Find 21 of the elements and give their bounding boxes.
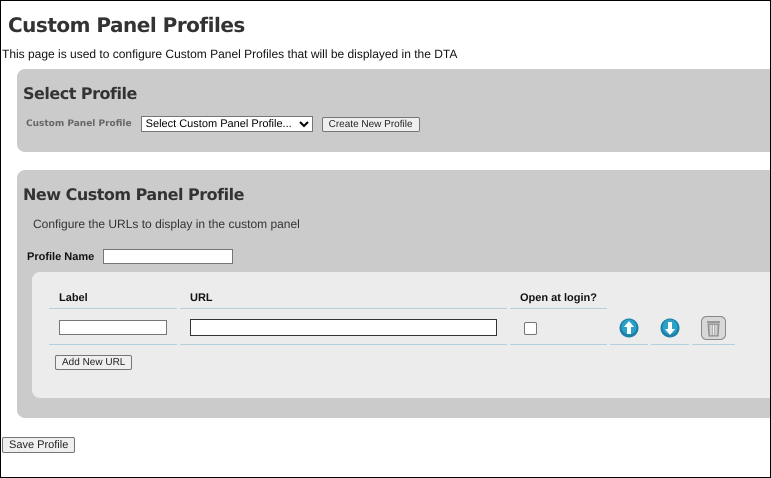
profile-name-field[interactable] (103, 249, 234, 264)
page-title: Custom Panel Profiles (8, 13, 246, 37)
save-profile-button[interactable]: Save Profile (2, 437, 76, 453)
url-field[interactable] (190, 319, 497, 336)
add-url-button[interactable]: Add New URL (55, 355, 132, 370)
move-down-icon[interactable] (660, 318, 680, 338)
field-label: Profile Name (27, 250, 94, 262)
column-header: Label (49, 278, 177, 309)
create-profile-button[interactable]: Create New Profile (322, 116, 420, 132)
open-at-login-checkbox[interactable] (524, 322, 537, 334)
column-header: Open at login? (510, 278, 607, 309)
label-field[interactable] (59, 320, 167, 335)
field-label: Custom Panel Profile (26, 119, 132, 129)
instructions-text: Configure the URLs to display in the custom panel (33, 217, 300, 231)
move-up-icon[interactable] (619, 318, 639, 338)
column-header: URL (180, 278, 507, 309)
profile-dropdown[interactable]: Select Custom Panel Profile... (140, 116, 313, 132)
section-heading: New Custom Panel Profile (23, 184, 244, 204)
trash-icon[interactable] (701, 316, 726, 340)
page-description: This page is used to configure Custom Panel Profiles that will be displayed in the DTA (2, 47, 458, 61)
section-heading: Select Profile (23, 83, 137, 103)
